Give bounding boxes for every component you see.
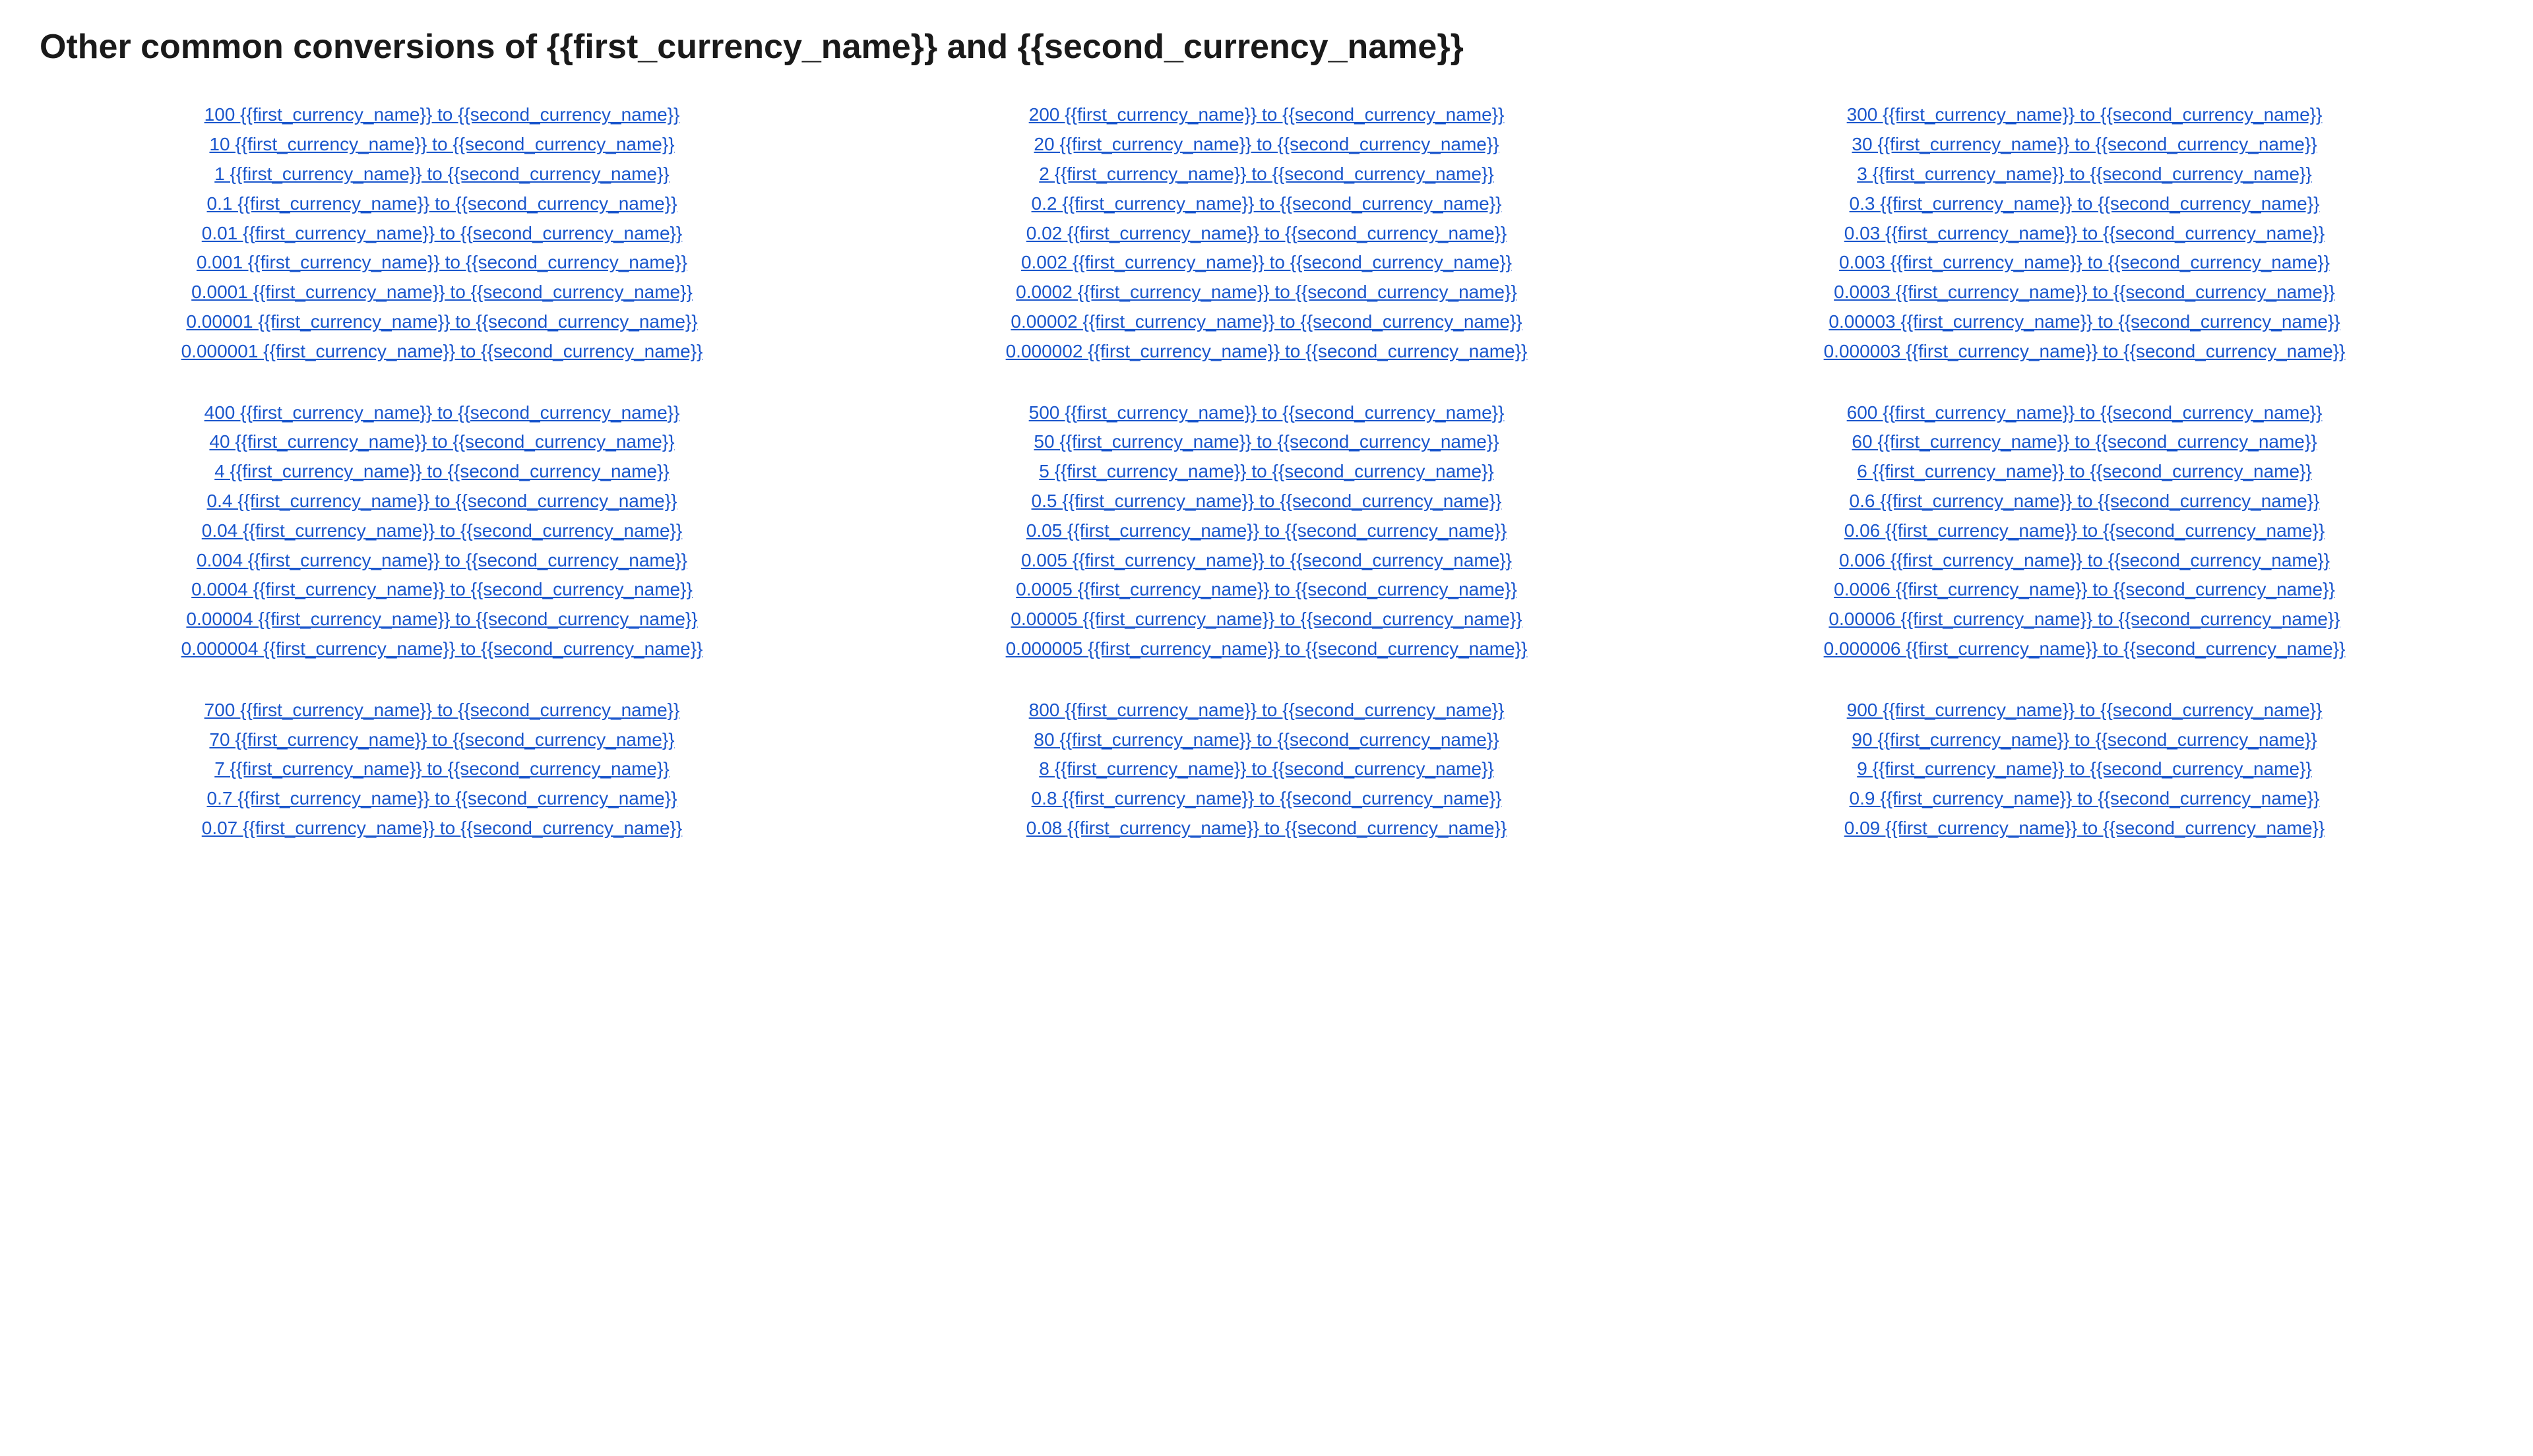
conv-link-1-2-3[interactable]: 4 {{first_currency_name}} to {{second_cu… [40,457,844,487]
conv-link-2-2-5[interactable]: 0.05 {{first_currency_name}} to {{second… [871,516,1662,546]
conv-link-3-2-2[interactable]: 60 {{first_currency_name}} to {{second_c… [1689,427,2480,457]
conv-link-3-2-9[interactable]: 0.000006 {{first_currency_name}} to {{se… [1689,634,2480,664]
conv-link-3-1-6[interactable]: 0.003 {{first_currency_name}} to {{secon… [1689,248,2480,278]
column-1: 100 {{first_currency_name}} to {{second_… [40,100,858,874]
conv-link-2-3-1[interactable]: 800 {{first_currency_name}} to {{second_… [871,696,1662,725]
conv-link-3-1-7[interactable]: 0.0003 {{first_currency_name}} to {{seco… [1689,278,2480,307]
conv-link-2-1-4[interactable]: 0.2 {{first_currency_name}} to {{second_… [871,189,1662,219]
conv-link-1-2-9[interactable]: 0.000004 {{first_currency_name}} to {{se… [40,634,844,664]
conv-link-2-2-3[interactable]: 5 {{first_currency_name}} to {{second_cu… [871,457,1662,487]
conv-link-1-2-8[interactable]: 0.00004 {{first_currency_name}} to {{sec… [40,605,844,634]
conv-link-3-3-5[interactable]: 0.09 {{first_currency_name}} to {{second… [1689,814,2480,843]
conv-link-3-1-5[interactable]: 0.03 {{first_currency_name}} to {{second… [1689,219,2480,249]
conv-link-1-3-4[interactable]: 0.7 {{first_currency_name}} to {{second_… [40,784,844,814]
conv-link-2-1-7[interactable]: 0.0002 {{first_currency_name}} to {{seco… [871,278,1662,307]
conv-link-3-2-7[interactable]: 0.0006 {{first_currency_name}} to {{seco… [1689,575,2480,605]
conv-link-2-3-2[interactable]: 80 {{first_currency_name}} to {{second_c… [871,725,1662,755]
conv-link-1-1-8[interactable]: 0.00001 {{first_currency_name}} to {{sec… [40,307,844,337]
conv-link-1-1-9[interactable]: 0.000001 {{first_currency_name}} to {{se… [40,337,844,367]
conv-link-2-1-9[interactable]: 0.000002 {{first_currency_name}} to {{se… [871,337,1662,367]
conv-link-2-2-7[interactable]: 0.0005 {{first_currency_name}} to {{seco… [871,575,1662,605]
conv-link-2-3-4[interactable]: 0.8 {{first_currency_name}} to {{second_… [871,784,1662,814]
link-group-3-3: 900 {{first_currency_name}} to {{second_… [1689,696,2480,843]
conv-link-1-3-2[interactable]: 70 {{first_currency_name}} to {{second_c… [40,725,844,755]
conversions-grid: 100 {{first_currency_name}} to {{second_… [40,100,2493,874]
conv-link-2-1-2[interactable]: 20 {{first_currency_name}} to {{second_c… [871,130,1662,160]
link-group-3-2: 600 {{first_currency_name}} to {{second_… [1689,398,2480,664]
conv-link-3-2-1[interactable]: 600 {{first_currency_name}} to {{second_… [1689,398,2480,428]
conv-link-2-1-1[interactable]: 200 {{first_currency_name}} to {{second_… [871,100,1662,130]
conv-link-3-1-9[interactable]: 0.000003 {{first_currency_name}} to {{se… [1689,337,2480,367]
link-group-2-1: 200 {{first_currency_name}} to {{second_… [871,100,1662,366]
conv-link-1-1-4[interactable]: 0.1 {{first_currency_name}} to {{second_… [40,189,844,219]
link-group-2-2: 500 {{first_currency_name}} to {{second_… [871,398,1662,664]
conv-link-2-1-5[interactable]: 0.02 {{first_currency_name}} to {{second… [871,219,1662,249]
conv-link-3-1-2[interactable]: 30 {{first_currency_name}} to {{second_c… [1689,130,2480,160]
conv-link-2-2-8[interactable]: 0.00005 {{first_currency_name}} to {{sec… [871,605,1662,634]
conv-link-3-1-8[interactable]: 0.00003 {{first_currency_name}} to {{sec… [1689,307,2480,337]
column-3: 300 {{first_currency_name}} to {{second_… [1675,100,2493,874]
conv-link-1-1-1[interactable]: 100 {{first_currency_name}} to {{second_… [40,100,844,130]
conv-link-2-3-5[interactable]: 0.08 {{first_currency_name}} to {{second… [871,814,1662,843]
link-group-1-2: 400 {{first_currency_name}} to {{second_… [40,398,844,664]
conv-link-2-2-9[interactable]: 0.000005 {{first_currency_name}} to {{se… [871,634,1662,664]
conv-link-1-1-5[interactable]: 0.01 {{first_currency_name}} to {{second… [40,219,844,249]
conv-link-1-2-6[interactable]: 0.004 {{first_currency_name}} to {{secon… [40,546,844,576]
conv-link-2-1-8[interactable]: 0.00002 {{first_currency_name}} to {{sec… [871,307,1662,337]
column-2: 200 {{first_currency_name}} to {{second_… [858,100,1675,874]
conv-link-1-2-2[interactable]: 40 {{first_currency_name}} to {{second_c… [40,427,844,457]
conv-link-1-2-5[interactable]: 0.04 {{first_currency_name}} to {{second… [40,516,844,546]
conv-link-3-2-8[interactable]: 0.00006 {{first_currency_name}} to {{sec… [1689,605,2480,634]
conv-link-1-1-2[interactable]: 10 {{first_currency_name}} to {{second_c… [40,130,844,160]
conv-link-3-2-6[interactable]: 0.006 {{first_currency_name}} to {{secon… [1689,546,2480,576]
conv-link-3-1-1[interactable]: 300 {{first_currency_name}} to {{second_… [1689,100,2480,130]
conv-link-3-1-4[interactable]: 0.3 {{first_currency_name}} to {{second_… [1689,189,2480,219]
link-group-1-1: 100 {{first_currency_name}} to {{second_… [40,100,844,366]
conv-link-1-1-3[interactable]: 1 {{first_currency_name}} to {{second_cu… [40,160,844,189]
conv-link-3-3-4[interactable]: 0.9 {{first_currency_name}} to {{second_… [1689,784,2480,814]
conv-link-3-2-5[interactable]: 0.06 {{first_currency_name}} to {{second… [1689,516,2480,546]
link-group-2-3: 800 {{first_currency_name}} to {{second_… [871,696,1662,843]
conv-link-3-1-3[interactable]: 3 {{first_currency_name}} to {{second_cu… [1689,160,2480,189]
conv-link-1-3-5[interactable]: 0.07 {{first_currency_name}} to {{second… [40,814,844,843]
conv-link-3-3-2[interactable]: 90 {{first_currency_name}} to {{second_c… [1689,725,2480,755]
page-title: Other common conversions of {{first_curr… [40,26,2493,67]
link-group-1-3: 700 {{first_currency_name}} to {{second_… [40,696,844,843]
conv-link-2-1-6[interactable]: 0.002 {{first_currency_name}} to {{secon… [871,248,1662,278]
conv-link-1-2-4[interactable]: 0.4 {{first_currency_name}} to {{second_… [40,487,844,516]
link-group-3-1: 300 {{first_currency_name}} to {{second_… [1689,100,2480,366]
conv-link-1-3-3[interactable]: 7 {{first_currency_name}} to {{second_cu… [40,754,844,784]
conv-link-2-3-3[interactable]: 8 {{first_currency_name}} to {{second_cu… [871,754,1662,784]
conv-link-3-2-3[interactable]: 6 {{first_currency_name}} to {{second_cu… [1689,457,2480,487]
conv-link-2-2-2[interactable]: 50 {{first_currency_name}} to {{second_c… [871,427,1662,457]
conv-link-3-2-4[interactable]: 0.6 {{first_currency_name}} to {{second_… [1689,487,2480,516]
conv-link-2-2-1[interactable]: 500 {{first_currency_name}} to {{second_… [871,398,1662,428]
conv-link-3-3-1[interactable]: 900 {{first_currency_name}} to {{second_… [1689,696,2480,725]
conv-link-1-3-1[interactable]: 700 {{first_currency_name}} to {{second_… [40,696,844,725]
conv-link-1-2-1[interactable]: 400 {{first_currency_name}} to {{second_… [40,398,844,428]
conv-link-2-2-6[interactable]: 0.005 {{first_currency_name}} to {{secon… [871,546,1662,576]
conv-link-2-2-4[interactable]: 0.5 {{first_currency_name}} to {{second_… [871,487,1662,516]
conv-link-3-3-3[interactable]: 9 {{first_currency_name}} to {{second_cu… [1689,754,2480,784]
conv-link-1-2-7[interactable]: 0.0004 {{first_currency_name}} to {{seco… [40,575,844,605]
conv-link-2-1-3[interactable]: 2 {{first_currency_name}} to {{second_cu… [871,160,1662,189]
conv-link-1-1-7[interactable]: 0.0001 {{first_currency_name}} to {{seco… [40,278,844,307]
conv-link-1-1-6[interactable]: 0.001 {{first_currency_name}} to {{secon… [40,248,844,278]
